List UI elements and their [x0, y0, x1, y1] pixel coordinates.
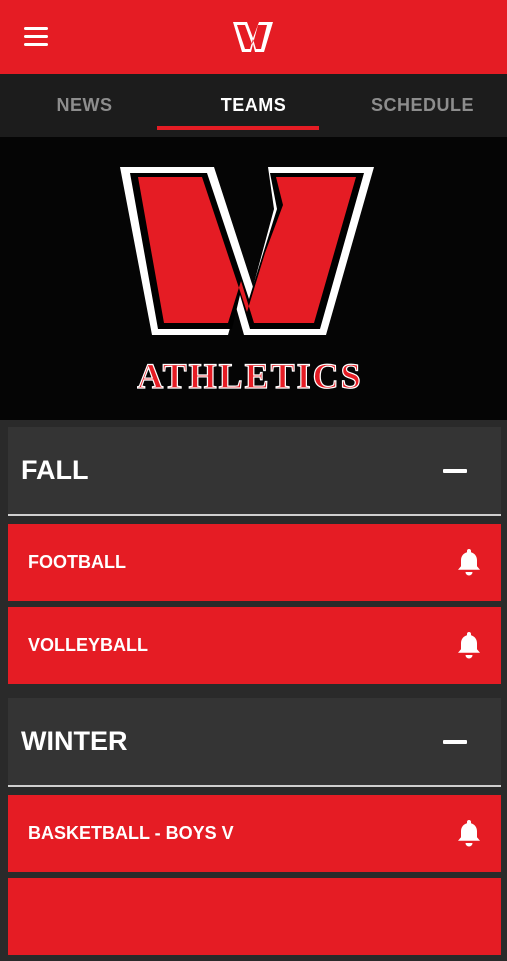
bell-icon[interactable]	[457, 631, 481, 659]
team-label: VOLLEYBALL	[28, 635, 148, 655]
tab-news[interactable]: NEWS	[0, 74, 169, 137]
active-tab-indicator	[157, 126, 319, 130]
collapse-minus-icon[interactable]	[443, 469, 467, 473]
athletics-logo: ATHLETICS	[120, 167, 374, 397]
athletics-banner: ATHLETICS	[0, 137, 507, 420]
team-label: FOOTBALL	[28, 552, 126, 572]
athletics-wordmark: ATHLETICS	[137, 356, 362, 396]
team-row-basketball-boys-v[interactable]: BASKETBALL - BOYS V	[8, 795, 501, 872]
team-label: BASKETBALL - BOYS V	[28, 823, 234, 843]
section-header-winter[interactable]: WINTER	[8, 698, 501, 787]
section-header-fall[interactable]: FALL	[8, 427, 501, 516]
w-logo-icon	[233, 22, 273, 52]
app-header	[0, 0, 507, 74]
collapse-minus-icon[interactable]	[443, 740, 467, 744]
hamburger-menu-icon[interactable]	[24, 27, 50, 47]
team-row-next[interactable]	[8, 878, 501, 955]
tab-schedule[interactable]: SCHEDULE	[338, 74, 507, 137]
team-row-football[interactable]: FOOTBALL	[8, 524, 501, 601]
section-title: FALL	[21, 455, 89, 485]
section-title: WINTER	[21, 726, 128, 756]
bell-icon[interactable]	[457, 819, 481, 847]
teams-list: FALL FOOTBALL VOLLEYBALL WINTER BASKETBA…	[8, 427, 501, 961]
bell-icon[interactable]	[457, 548, 481, 576]
team-row-volleyball[interactable]: VOLLEYBALL	[8, 607, 501, 684]
